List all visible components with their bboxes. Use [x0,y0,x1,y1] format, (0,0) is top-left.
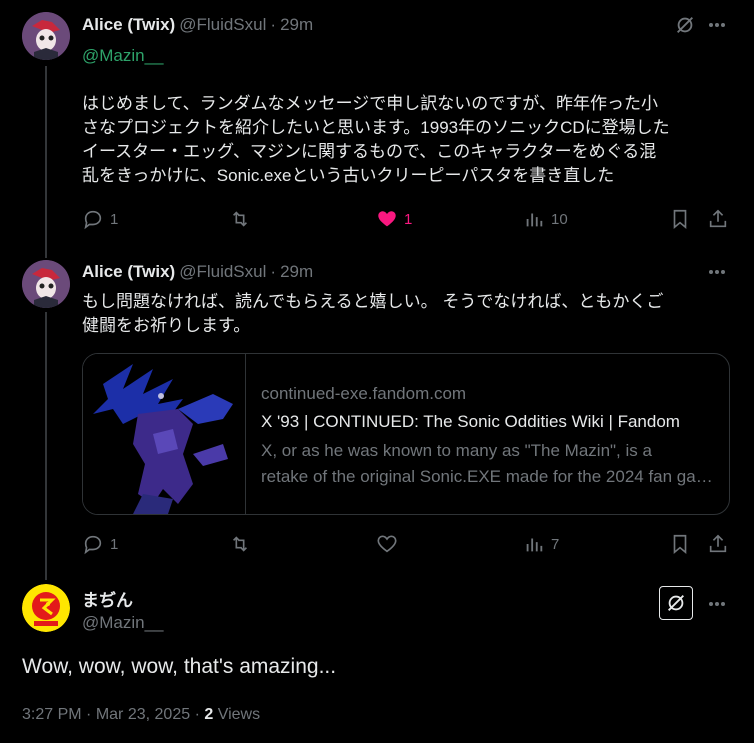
thread-connector [45,66,47,258]
grok-icon[interactable] [674,14,696,36]
bookmark-icon [673,209,687,230]
retweet-icon [232,536,248,552]
separator-dot: · [86,706,92,723]
views-count: 2 [204,706,214,723]
views-button[interactable]: 10 [523,208,568,230]
author-handle[interactable]: @Mazin__ [82,613,164,633]
heart-filled-icon [378,211,396,227]
grok-icon [668,595,684,611]
tweet-date[interactable]: Mar 23, 2025 [96,706,190,723]
avatar[interactable] [22,12,70,60]
heart-icon [377,535,397,553]
more-icon[interactable] [707,262,727,282]
tweet-header: Alice (Twix) @FluidSxul · 29m [82,15,313,35]
card-desc-line: retake of the original Sonic.EXE made fo… [261,467,716,486]
author-handle[interactable]: @FluidSxul [179,262,266,282]
author-handle[interactable]: @FluidSxul [179,15,266,35]
bookmark-button[interactable] [669,533,691,555]
like-button[interactable] [376,533,398,555]
views-icon [526,538,543,552]
views-icon [526,213,543,227]
share-icon [709,209,727,228]
reply-icon [84,210,102,230]
text-line: はじめまして、ランダムなメッセージで申し訳ないのですが、昨年作った小 [82,94,658,113]
author-name[interactable]: Alice (Twix) [82,15,175,35]
bookmark-button[interactable] [669,208,691,230]
reply-button[interactable]: 1 [82,208,118,230]
reply-count: 1 [110,535,119,553]
card-thumbnail [83,354,246,514]
card-desc-line: X, or as he was known to many as "The Ma… [261,441,652,460]
tweet-time[interactable]: 3:27 PM [22,706,82,723]
bookmark-icon [673,534,687,555]
avatar[interactable] [22,260,70,308]
separator-dot: · [270,15,277,34]
retweet-icon [232,211,248,227]
text-line: さなプロジェクトを紹介したいと思います。1993年のソニックCDに登場した [82,118,670,137]
thread-connector [45,312,47,580]
tweet-text: もし問題なければ、読んでもらえると嬉しい。 そうでなければ、ともかくご 健闘をお… [82,290,732,338]
views-button[interactable]: 7 [523,533,559,555]
share-button[interactable] [707,208,729,230]
separator-dot: · [270,262,277,281]
card-domain: continued-exe.fandom.com [261,384,467,403]
more-icon[interactable] [707,15,727,35]
text-line: 乱をきっかけに、Sonic.exeという古いクリーピーパスタを書き直した [82,166,615,185]
tweet-text: Wow, wow, wow, that's amazing... [22,655,337,678]
text-line: もし問題なければ、読んでもらえると嬉しい。 そうでなければ、ともかくご [82,292,664,311]
tweet-header: Alice (Twix) @FluidSxul · 29m [82,262,313,282]
more-icon[interactable] [707,594,727,614]
card-title: X '93 | CONTINUED: The Sonic Oddities Wi… [261,412,680,431]
grok-button[interactable] [659,586,693,620]
views-count: 10 [551,210,568,228]
tweet-text: はじめまして、ランダムなメッセージで申し訳ないのですが、昨年作った小 さなプロジ… [82,92,732,188]
retweet-button[interactable] [229,208,251,230]
share-icon [709,534,727,553]
tweet-time[interactable]: 29m [280,15,313,35]
like-button[interactable]: 1 [376,208,412,230]
author-name[interactable]: まぢん [82,586,133,611]
author-name[interactable]: Alice (Twix) [82,262,175,282]
share-button[interactable] [707,533,729,555]
views-count: 7 [551,535,560,553]
reply-button[interactable]: 1 [82,533,118,555]
views-label: Views [217,706,261,723]
reply-count: 1 [110,210,119,228]
retweet-button[interactable] [229,533,251,555]
tweet-time[interactable]: 29m [280,262,313,282]
reply-icon [84,535,102,555]
like-count: 1 [404,210,413,228]
reply-to-mention[interactable]: @Mazin__ [82,44,164,68]
text-line: イースター・エッグ、マジンに関するもので、このキャラクターをめぐる混 [82,142,657,161]
avatar[interactable] [22,584,70,632]
card-description: X, or as he was known to many as "The Ma… [261,438,716,490]
link-card[interactable]: continued-exe.fandom.com X '93 | CONTINU… [82,353,730,515]
text-line: 健闘をお祈りします。 [82,316,251,335]
tweet-meta: 3:27 PM · Mar 23, 2025 · 2 Views [22,706,260,724]
separator-dot: · [194,706,200,723]
